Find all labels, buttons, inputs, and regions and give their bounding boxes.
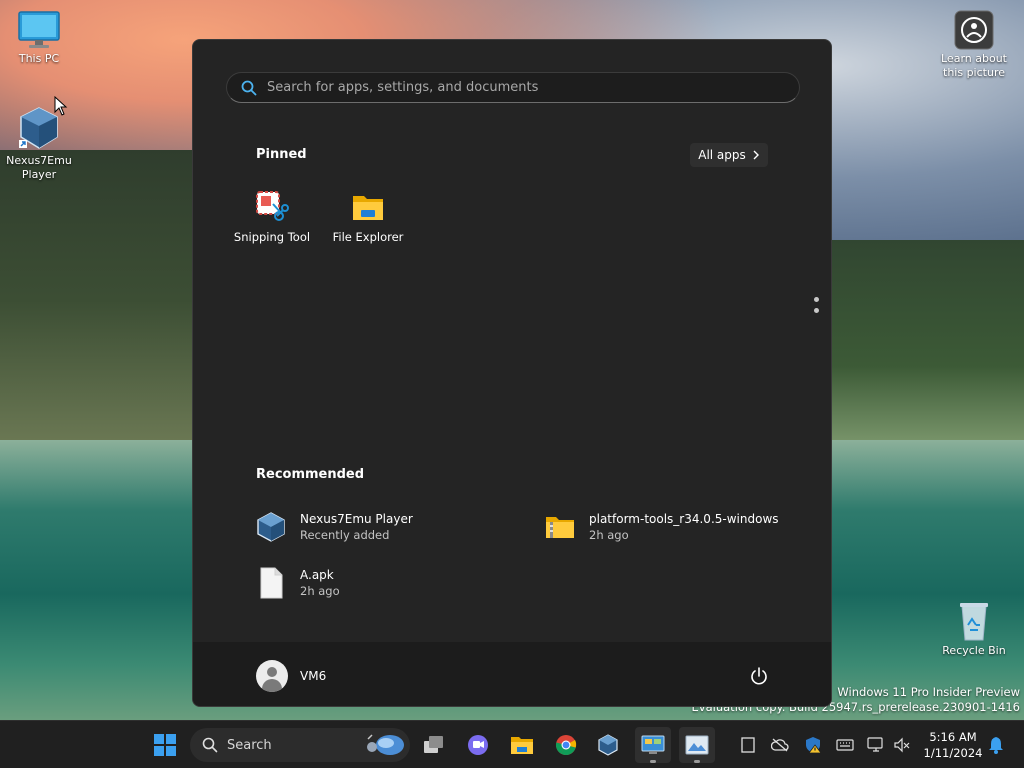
page-dot (814, 308, 819, 313)
search-highlight-icon (367, 734, 404, 755)
user-account-button[interactable]: VM6 (256, 660, 326, 692)
task-view-button[interactable] (416, 727, 452, 763)
desktop-icon-label: Nexus7Emu Player (6, 154, 72, 181)
bell-icon (989, 737, 1003, 754)
virtualbox-icon (598, 734, 618, 756)
camera-info-icon (954, 10, 994, 50)
start-icon (154, 734, 176, 756)
search-icon (202, 737, 218, 753)
tray-onedrive[interactable] (771, 736, 789, 754)
tray-security[interactable] (804, 736, 822, 754)
taskbar-app-virtualbox[interactable] (590, 727, 626, 763)
power-button[interactable] (749, 666, 769, 686)
teams-chat-icon (468, 735, 488, 755)
wallpaper-forest-left (0, 150, 200, 450)
clock-time: 5:16 AM (929, 730, 977, 744)
taskbar-app-teams-chat[interactable] (460, 727, 496, 763)
start-search-box[interactable] (226, 72, 800, 103)
recommended-item-subtitle: 2h ago (300, 584, 340, 598)
tray-volume[interactable] (893, 736, 911, 754)
zip-folder-icon (544, 511, 576, 543)
start-menu-footer: VM6 (193, 642, 831, 706)
pinned-app-snipping-tool[interactable]: Snipping Tool (227, 190, 317, 244)
desktop-icon-label: Learn about this picture (941, 52, 1007, 79)
shield-warning-icon (806, 737, 822, 754)
pinned-section-title: Pinned (256, 147, 307, 162)
all-apps-label: All apps (698, 148, 746, 162)
recommended-section-title: Recommended (256, 467, 365, 482)
taskbar-app-control-panel[interactable] (635, 727, 671, 763)
file-icon (255, 567, 287, 599)
taskbar-search[interactable]: Search (190, 728, 410, 762)
recommended-item-platform-tools[interactable]: platform-tools_r34.0.5-windows 2h ago (544, 511, 779, 543)
tray-network[interactable] (867, 736, 885, 754)
tray-input-keyboard[interactable] (836, 736, 854, 754)
desktop-icon-label: Recycle Bin (942, 644, 1006, 657)
taskbar-search-label: Search (227, 737, 272, 753)
keyboard-icon (836, 739, 854, 751)
desktop-icon-learn-about-picture[interactable]: Learn about this picture (937, 10, 1011, 80)
clock-date: 1/11/2024 (923, 746, 983, 760)
mouse-cursor-icon (54, 96, 68, 116)
tray-notepad[interactable] (739, 736, 757, 754)
network-icon (867, 737, 883, 752)
start-menu: Pinned All apps Snipping Tool Fil (192, 39, 832, 707)
start-search-input[interactable] (267, 80, 767, 95)
system-clock[interactable]: 5:16 AM 1/11/2024 (920, 729, 986, 761)
all-apps-button[interactable]: All apps (690, 143, 768, 167)
folder-icon (351, 190, 385, 224)
pinned-app-label: File Explorer (332, 230, 404, 244)
recommended-item-name: platform-tools_r34.0.5-windows (589, 512, 779, 526)
virtualbox-cube-icon (255, 511, 287, 543)
recommended-item-name: A.apk (300, 568, 334, 582)
wallpaper-forest-right (830, 240, 1024, 450)
pinned-app-label: Snipping Tool (233, 230, 311, 244)
desktop-icon-recycle-bin[interactable]: Recycle Bin (937, 600, 1011, 658)
taskbar: Search 5:16 AM 1/11/2024 (0, 720, 1024, 768)
file-explorer-icon (511, 737, 533, 754)
snipping-tool-icon (255, 190, 289, 224)
taskbar-app-photos[interactable] (679, 727, 715, 763)
notification-center-button[interactable] (987, 736, 1005, 754)
desktop-icon-this-pc[interactable]: This PC (2, 10, 76, 66)
avatar (256, 660, 288, 692)
task-view-icon (424, 736, 443, 753)
running-indicator (650, 760, 656, 763)
monitor-icon (18, 11, 60, 48)
user-name: VM6 (300, 669, 327, 683)
notepad-icon (741, 737, 755, 753)
taskbar-app-file-explorer[interactable] (504, 727, 540, 763)
running-indicator (694, 760, 700, 763)
recommended-item-name: Nexus7Emu Player (300, 512, 413, 526)
chevron-right-icon (753, 150, 759, 160)
search-icon (241, 80, 257, 95)
taskbar-app-chrome[interactable] (548, 727, 584, 763)
recycle-bin-icon (960, 603, 988, 641)
desktop-icon-label: This PC (18, 52, 60, 65)
control-panel-icon (641, 735, 665, 754)
power-icon (751, 667, 767, 685)
recommended-item-nexus7emu[interactable]: Nexus7Emu Player Recently added (255, 511, 413, 543)
recommended-item-a-apk[interactable]: A.apk 2h ago (255, 567, 340, 599)
recommended-item-subtitle: Recently added (300, 528, 390, 542)
start-button[interactable] (147, 727, 183, 763)
cloud-off-icon (771, 738, 789, 752)
page-dot (814, 297, 819, 302)
speaker-muted-icon (894, 737, 910, 753)
pinned-page-indicator[interactable] (814, 297, 820, 319)
pinned-app-file-explorer[interactable]: File Explorer (323, 190, 413, 244)
photos-icon (685, 735, 709, 755)
recommended-item-subtitle: 2h ago (589, 528, 629, 542)
chrome-icon (555, 735, 577, 756)
